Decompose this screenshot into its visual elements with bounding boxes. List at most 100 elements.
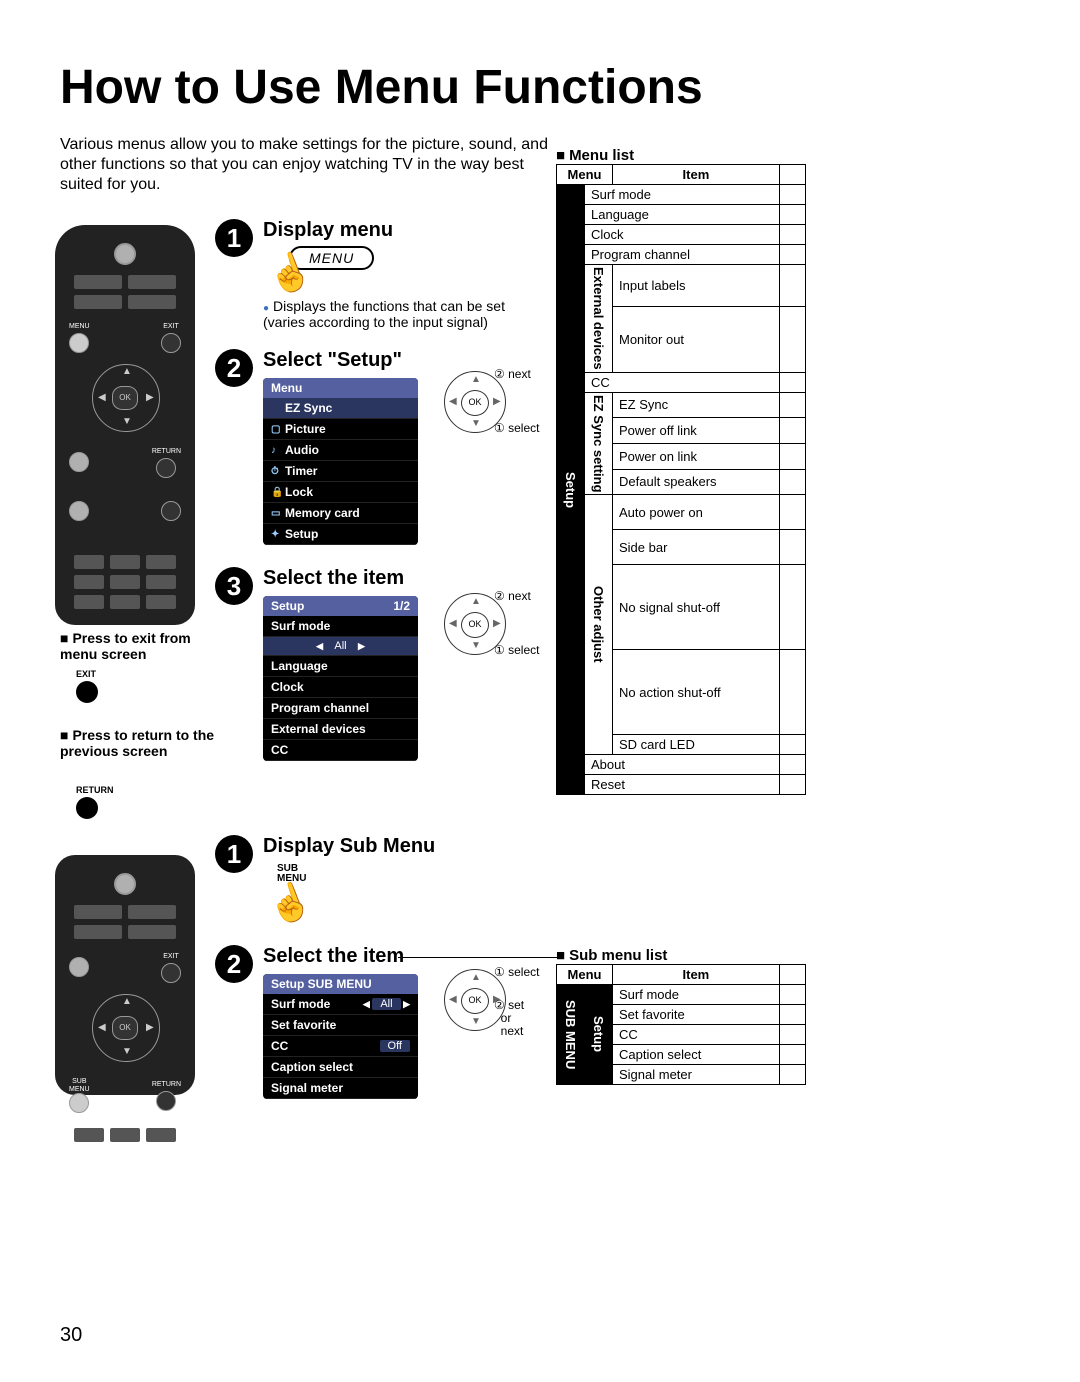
remote-button-generic[interactable] bbox=[69, 452, 89, 472]
ml-other: Other adjust bbox=[585, 495, 613, 755]
remote-illustration-main: MENU EXIT ▲▼ ◀▶ OK RETURN bbox=[55, 225, 195, 625]
ml-lang: Language bbox=[585, 205, 780, 225]
set-label: set bbox=[508, 998, 524, 1012]
remote-sub-label1: SUB bbox=[72, 1078, 86, 1085]
osd-setup: Setup 1/2 Surf mode ◀ All ▶ Language Clo… bbox=[263, 596, 418, 761]
ml-ez2: Power off link bbox=[613, 418, 780, 444]
select-label-3: select bbox=[508, 643, 539, 657]
sml-1: Surf mode bbox=[613, 985, 780, 1005]
substep2-title: Select the item bbox=[263, 945, 418, 968]
ml-o4: No action shut-off bbox=[613, 650, 780, 735]
sml-menu1: Setup bbox=[585, 985, 613, 1085]
remote-exit-button[interactable] bbox=[161, 333, 181, 353]
next-label-3: next bbox=[508, 589, 531, 603]
step1-note: Displays the functions that can be set (… bbox=[263, 298, 523, 330]
remote-return-button[interactable] bbox=[156, 458, 176, 478]
sml-2: Set favorite bbox=[613, 1005, 780, 1025]
sml-menu2: SUB MENU bbox=[557, 985, 585, 1085]
osd-sub-cc: CC Off bbox=[263, 1036, 418, 1057]
remote-exit-label: EXIT bbox=[163, 323, 179, 330]
osd-sub-caption: Caption select bbox=[263, 1057, 418, 1078]
osd-setup-ext: External devices bbox=[263, 719, 418, 740]
th-item: Item bbox=[613, 165, 780, 185]
ml-o2: Side bar bbox=[613, 530, 780, 565]
setup-label-v: Setup bbox=[557, 185, 585, 795]
remote-menu-label: MENU bbox=[69, 323, 90, 330]
remote-illustration-sub: EXIT ▲▼ ◀▶ OK SUB MENU RETURN bbox=[55, 855, 195, 1095]
osd-row-picture: ▢Picture bbox=[263, 419, 418, 440]
step3-num: 3 bbox=[215, 567, 253, 605]
osd-row-lock: 🔒Lock bbox=[263, 482, 418, 503]
ml-about: About bbox=[585, 755, 780, 775]
osd-row-setup: ✦Setup bbox=[263, 524, 418, 545]
dpad-ok-3: OK bbox=[461, 612, 489, 638]
substep1-num: 1 bbox=[215, 835, 253, 873]
substep1-title: Display Sub Menu bbox=[263, 835, 435, 858]
select-label: select bbox=[508, 421, 539, 435]
sml-3: CC bbox=[613, 1025, 780, 1045]
or-label: or bbox=[501, 1011, 512, 1025]
osd-row-memory: ▭Memory card bbox=[263, 503, 418, 524]
ml-ez3: Power on link bbox=[613, 443, 780, 469]
remote-menu-button[interactable] bbox=[69, 333, 89, 353]
ml-clock: Clock bbox=[585, 225, 780, 245]
remote-return-label-2: RETURN bbox=[152, 1081, 181, 1088]
remote-submenu-button[interactable] bbox=[69, 1093, 89, 1113]
ml-surf: Surf mode bbox=[585, 185, 780, 205]
osd-setup-clock: Clock bbox=[263, 677, 418, 698]
ml-reset: Reset bbox=[585, 775, 780, 795]
return-icon bbox=[76, 797, 98, 819]
osd-row-ezsync: EZ Sync bbox=[263, 398, 418, 419]
c1-icon: ① bbox=[494, 421, 505, 435]
submenu-list-table: Menu Item SUB MENU Setup Surf mode Set f… bbox=[556, 964, 806, 1085]
ml-prog: Program channel bbox=[585, 245, 780, 265]
osd-main-menu: Menu EZ Sync ▢Picture ♪Audio ⏱Timer 🔒Loc… bbox=[263, 378, 418, 545]
instr-return: Press to return to the previous screen bbox=[60, 727, 220, 759]
th-sub-menu: Menu bbox=[557, 965, 613, 985]
hand-icon bbox=[263, 248, 323, 298]
dpad-ok-sub: OK bbox=[461, 988, 489, 1014]
remote-dpad[interactable]: ▲▼ ◀▶ OK bbox=[80, 364, 170, 434]
step3-title: Select the item bbox=[263, 567, 418, 590]
osd-setup-surf: Surf mode bbox=[263, 616, 418, 637]
ml-ez4: Default speakers bbox=[613, 469, 780, 495]
osd-sub-title: Setup SUB MENU bbox=[271, 977, 372, 991]
hand-icon-2 bbox=[263, 878, 323, 928]
sml-4: Caption select bbox=[613, 1045, 780, 1065]
remote-exit-button-2[interactable] bbox=[161, 963, 181, 983]
step2-num: 2 bbox=[215, 349, 253, 387]
osd-row-timer: ⏱Timer bbox=[263, 461, 418, 482]
menu-list-table: Menu Item Setup Surf mode Language Clock… bbox=[556, 164, 806, 795]
dpad-ok: OK bbox=[461, 390, 489, 416]
ml-cc: CC bbox=[585, 372, 780, 392]
th-menu: Menu bbox=[557, 165, 613, 185]
substep2-num: 2 bbox=[215, 945, 253, 983]
ml-ezsync: EZ Sync setting bbox=[585, 392, 613, 495]
ml-o5: SD card LED bbox=[613, 735, 780, 755]
remote-dpad-2[interactable]: ▲▼ ◀▶ OK bbox=[80, 994, 170, 1064]
ml-monitor-out: Monitor out bbox=[613, 306, 780, 372]
remote-return-button-2[interactable] bbox=[156, 1091, 176, 1111]
page-number: 30 bbox=[60, 1324, 82, 1347]
exit-btn-label: EXIT bbox=[76, 669, 96, 679]
osd-sub-surf: Surf mode ◀ All ▶ bbox=[263, 994, 418, 1015]
remote-exit-label-2: EXIT bbox=[163, 953, 179, 960]
remote-ok-button-2[interactable]: OK bbox=[112, 1016, 138, 1040]
osd-submenu: Setup SUB MENU Surf mode ◀ All ▶ Set fav… bbox=[263, 974, 418, 1099]
step2-title: Select "Setup" bbox=[263, 349, 418, 372]
ml-input-labels: Input labels bbox=[613, 265, 780, 307]
remote-return-label: RETURN bbox=[152, 448, 181, 455]
step1-title: Display menu bbox=[263, 219, 523, 242]
osd-setup-prog: Program channel bbox=[263, 698, 418, 719]
osd-menu-title: Menu bbox=[271, 381, 302, 395]
ml-o3: No signal shut-off bbox=[613, 565, 780, 650]
next-label-sub: next bbox=[501, 1024, 524, 1038]
remote-ok-button[interactable]: OK bbox=[112, 386, 138, 410]
osd-setup-surfval: ◀ All ▶ bbox=[263, 637, 418, 656]
select-label-sub: select bbox=[508, 965, 539, 979]
osd-row-audio: ♪Audio bbox=[263, 440, 418, 461]
remote-sub-label2: MENU bbox=[69, 1086, 90, 1093]
ml-external: External devices bbox=[585, 265, 613, 373]
osd-setup-title: Setup bbox=[271, 599, 304, 613]
page-title: How to Use Menu Functions bbox=[60, 60, 1020, 115]
